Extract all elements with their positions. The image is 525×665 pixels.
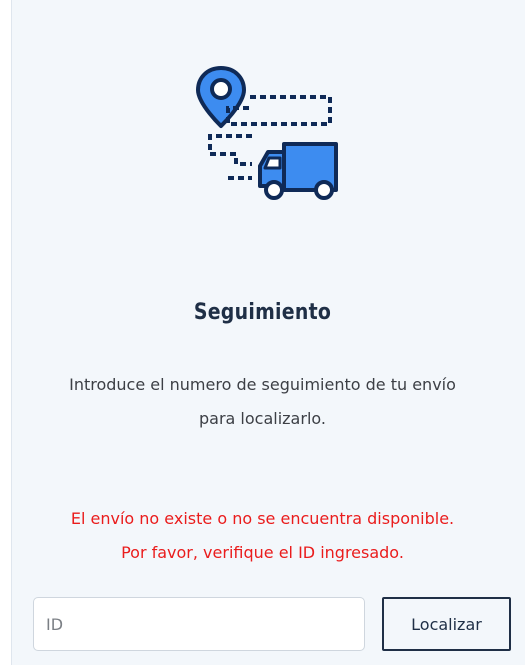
truck-route-pin-icon (188, 60, 348, 205)
error-message: El envío no existe o no se encuentra dis… (0, 502, 525, 570)
error-line-2: Por favor, verifique el ID ingresado. (121, 543, 404, 562)
error-line-1: El envío no existe o no se encuentra dis… (70, 509, 455, 528)
instructions-line-1: Introduce el numero de seguimiento de tu… (69, 375, 456, 394)
instructions-line-2: para localizarlo. (199, 409, 326, 428)
page-title: Seguimiento (193, 300, 332, 325)
instructions-text: Introduce el numero de seguimiento de tu… (0, 368, 525, 436)
locate-button[interactable]: Localizar (382, 597, 511, 651)
tracking-id-input[interactable] (33, 597, 365, 651)
